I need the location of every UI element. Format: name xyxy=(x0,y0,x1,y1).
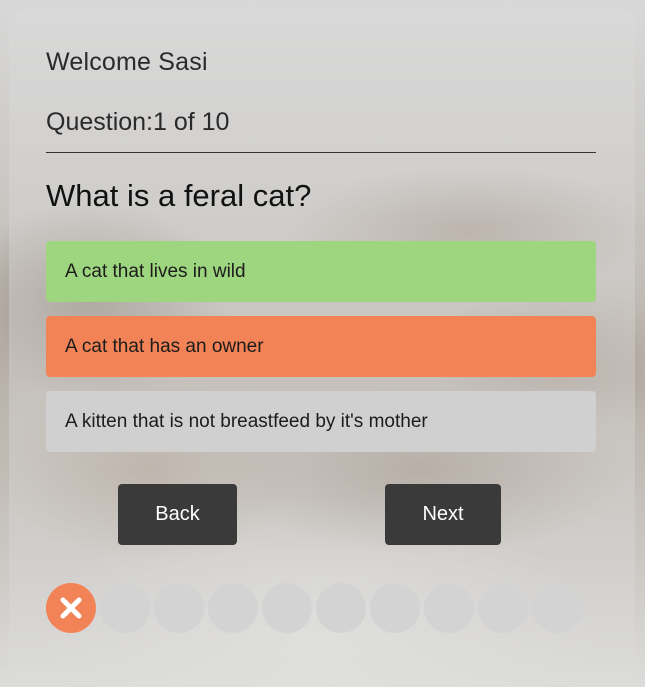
back-button[interactable]: Back xyxy=(118,484,237,545)
answer-option-3[interactable]: A kitten that is not breastfeed by it's … xyxy=(46,391,596,452)
divider xyxy=(46,152,596,153)
tracker-dot xyxy=(478,583,528,633)
close-icon xyxy=(60,597,82,619)
tracker-dot xyxy=(208,583,258,633)
answer-option-1[interactable]: A cat that lives in wild xyxy=(46,241,596,302)
welcome-text: Welcome Sasi xyxy=(46,48,208,76)
question-tracker xyxy=(46,583,582,633)
next-button[interactable]: Next xyxy=(385,484,501,545)
question-counter: Question:1 of 10 xyxy=(46,108,230,136)
tracker-dot xyxy=(262,583,312,633)
question-text: What is a feral cat? xyxy=(46,178,312,213)
answer-option-2[interactable]: A cat that has an owner xyxy=(46,316,596,377)
tracker-dot xyxy=(46,583,96,633)
tracker-dot xyxy=(316,583,366,633)
tracker-dot xyxy=(154,583,204,633)
tracker-dot xyxy=(370,583,420,633)
tracker-dot xyxy=(100,583,150,633)
tracker-dot xyxy=(532,583,582,633)
tracker-dot xyxy=(424,583,474,633)
